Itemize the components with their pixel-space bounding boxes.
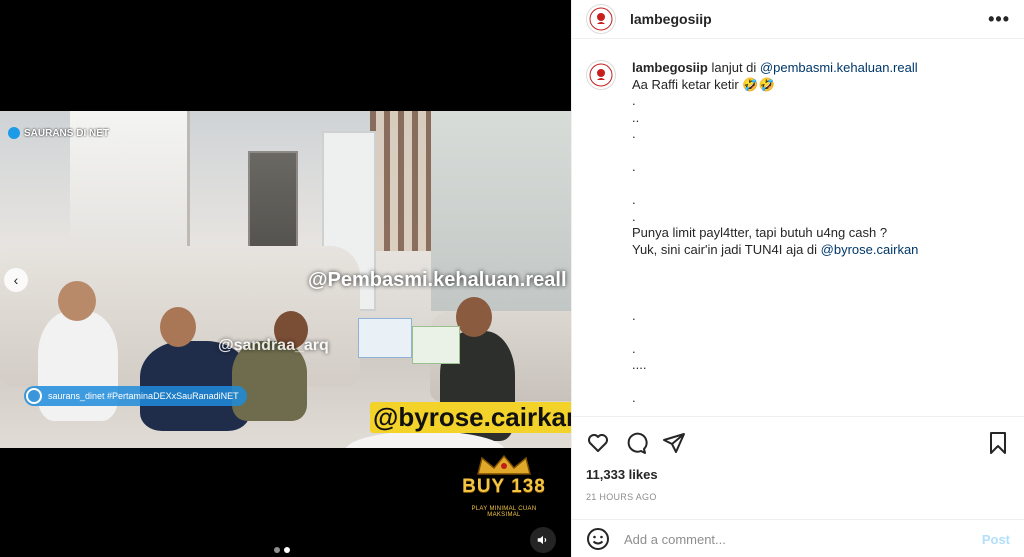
bookmark-icon[interactable] — [986, 431, 1010, 455]
channel-logo-icon — [8, 127, 20, 139]
video-frame[interactable]: SAURANS DI NET @Pembasmi.kehaluan.reall … — [0, 111, 571, 448]
likes-count[interactable]: 11,333 likes — [572, 455, 1024, 482]
caption-line: . — [632, 93, 918, 110]
post-timestamp[interactable]: 21 HOURS AGO — [572, 482, 1024, 502]
caption-line: . — [632, 209, 918, 226]
caption-line: . — [632, 308, 918, 325]
caption-line — [632, 374, 918, 391]
caption-line: . — [632, 126, 918, 143]
watermark-main: @Pembasmi.kehaluan.reall — [308, 269, 567, 291]
caption-line: Punya limit payl4tter, tapi butuh u4ng c… — [632, 225, 918, 242]
caption-text: Yuk, sini cair'in jadi TUN4I aja di — [632, 241, 821, 257]
more-options-icon[interactable]: ••• — [988, 10, 1010, 28]
action-icons — [572, 417, 1024, 455]
caption-text: . — [632, 192, 636, 207]
comment-input[interactable] — [624, 531, 982, 547]
avatar[interactable] — [586, 60, 616, 90]
channel-tag-text: SAURANS DI NET — [24, 127, 110, 139]
caption-line: Aa Raffi ketar ketir 🤣🤣 — [632, 77, 918, 94]
share-icon[interactable] — [662, 431, 686, 455]
caption-line: . — [632, 192, 918, 209]
avatar[interactable] — [586, 4, 616, 34]
ad-overlay: BUY 138 PLAY MINIMAL CUAN MAKSIMAL — [454, 454, 554, 530]
caption-text: Aa Raffi ketar ketir 🤣🤣 — [632, 76, 775, 92]
caption-mention-link[interactable]: @byrose.cairkan — [821, 242, 919, 257]
post-comment-button[interactable]: Post — [982, 532, 1010, 547]
caption-line: . — [632, 341, 918, 358]
carousel-dot — [274, 547, 280, 553]
caption-line — [632, 176, 918, 193]
instagram-post: SAURANS DI NET @Pembasmi.kehaluan.reall … — [0, 0, 1024, 557]
scene-box — [412, 326, 460, 364]
account-logo-icon — [589, 7, 613, 31]
ig-tag: saurans_dinet #PertaminaDEXxSauRanadiNET — [24, 386, 247, 406]
carousel-dot-active — [284, 547, 290, 553]
caption-line — [632, 258, 918, 275]
caption-mention-link[interactable]: @pembasmi.kehaluan.reall — [760, 60, 918, 75]
caption-line — [632, 324, 918, 341]
caption-text: .... — [632, 357, 647, 372]
comment-bar: Post — [572, 519, 1024, 557]
caption-line: .... — [632, 357, 918, 374]
caption-line — [632, 143, 918, 160]
header-username[interactable]: lambegosiip — [630, 11, 712, 27]
heart-icon[interactable] — [586, 431, 610, 455]
caption-text: . — [632, 208, 636, 224]
caption-text: lanjut di — [711, 60, 760, 75]
crown-icon — [477, 454, 531, 475]
caption-body: lambegosiip lanjut di @pembasmi.kehaluan… — [632, 60, 918, 407]
caption-line: Yuk, sini cair'in jadi TUN4I aja di @byr… — [632, 242, 918, 259]
caption-line: . — [632, 390, 918, 407]
caption-line: .. — [632, 110, 918, 127]
caption-text: Punya limit payl4tter, tapi butuh u4ng c… — [632, 225, 888, 240]
caption-text: . — [632, 340, 636, 356]
caption-row: lambegosiip lanjut di @pembasmi.kehaluan… — [586, 60, 1010, 407]
caption-username[interactable]: lambegosiip — [632, 60, 708, 75]
caption-line — [632, 291, 918, 308]
person-head — [58, 281, 96, 321]
caption-text: . — [632, 159, 636, 174]
channel-tag: SAURANS DI NET — [8, 127, 109, 139]
caption: lambegosiip lanjut di @pembasmi.kehaluan… — [572, 40, 1024, 415]
caption-text: . — [632, 126, 636, 141]
ig-tag-text: saurans_dinet #PertaminaDEXxSauRanadiNET — [48, 391, 239, 401]
caption-line: . — [632, 159, 918, 176]
chevron-left-icon: ‹ — [13, 272, 19, 288]
caption-text: .. — [632, 109, 640, 125]
caption-line — [632, 275, 918, 292]
watermark-promo: @byrose.cairkan — [370, 402, 571, 433]
caption-text: . — [632, 307, 636, 323]
comment-icon[interactable] — [624, 431, 648, 455]
person-head — [160, 307, 196, 347]
ad-tagline: PLAY MINIMAL CUAN MAKSIMAL — [471, 506, 537, 518]
sound-toggle-button[interactable] — [530, 527, 556, 553]
emoji-icon[interactable] — [586, 527, 610, 551]
person-head — [456, 297, 492, 337]
watermark-small: @sandraa_arq — [218, 337, 329, 354]
post-media[interactable]: SAURANS DI NET @Pembasmi.kehaluan.reall … — [0, 0, 571, 557]
post-header: lambegosiip ••• — [572, 0, 1024, 39]
previous-slide-button[interactable]: ‹ — [4, 268, 28, 292]
scene-box — [358, 318, 412, 358]
instagram-icon — [26, 388, 42, 404]
account-logo-icon — [589, 63, 613, 87]
caption-text: . — [632, 390, 636, 405]
sound-icon — [537, 535, 547, 545]
ad-brand: BUY 138 — [462, 476, 546, 497]
caption-text: . — [632, 93, 636, 108]
post-actions: 11,333 likes 21 HOURS AGO Post — [572, 416, 1024, 557]
post-sidebar: lambegosiip ••• lambegosiip lanjut di @p… — [571, 0, 1024, 557]
carousel-indicator — [274, 547, 290, 553]
caption-line: lambegosiip lanjut di @pembasmi.kehaluan… — [632, 60, 918, 77]
